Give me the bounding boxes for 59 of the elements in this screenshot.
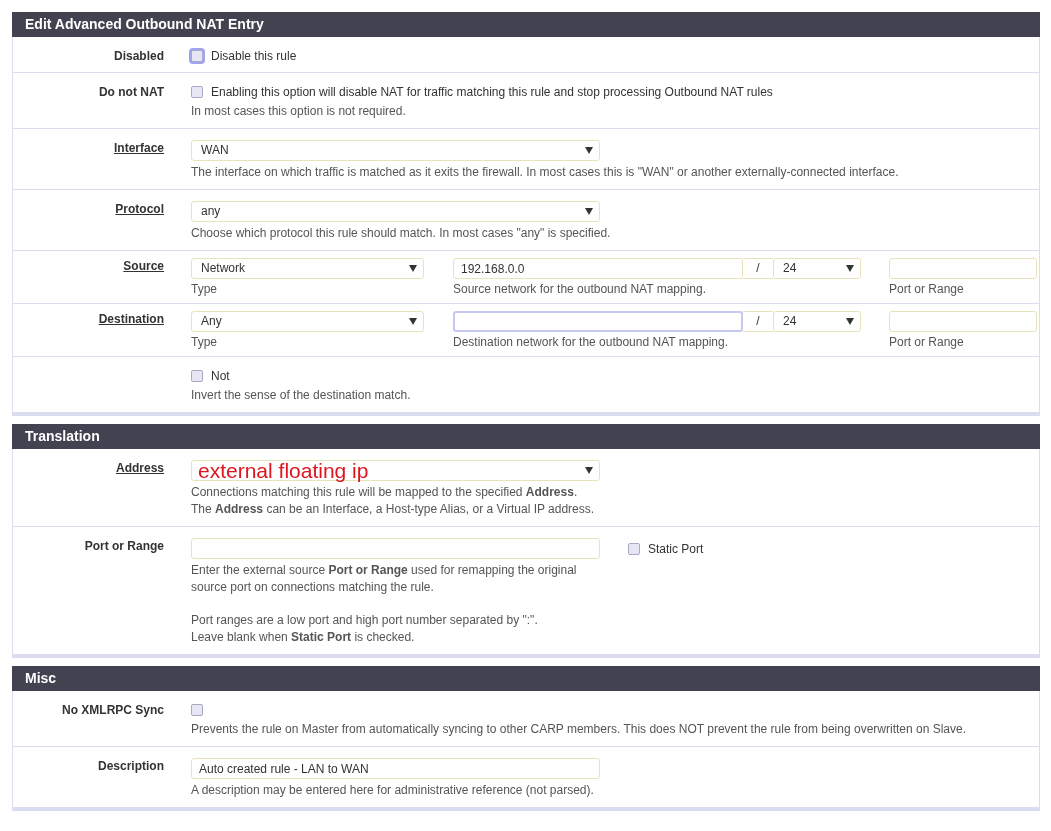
caret-icon bbox=[409, 265, 417, 272]
help-text: Connections matching this rule will be mapped to the specified Address. The Address can be an Interface, a Host-type Alias, or a Virtual IP address. bbox=[191, 484, 595, 518]
field-caption: Port or Range bbox=[889, 334, 965, 351]
help-text: In most cases this option is not required. bbox=[191, 103, 406, 120]
checkbox[interactable] bbox=[191, 370, 203, 382]
checkbox[interactable] bbox=[191, 86, 203, 98]
help-text: Enter the external source Port or Range used for remapping the original source port on connections matching the rule. bbox=[191, 562, 577, 596]
select-field[interactable]: Network bbox=[191, 258, 424, 279]
field-label: Description bbox=[98, 758, 164, 774]
caret-icon bbox=[585, 147, 593, 154]
checkbox-label: Enabling this option will disable NAT for traffic matching this rule and stop processing Outbound NAT rules bbox=[211, 84, 773, 100]
field-caption: Port or Range bbox=[889, 281, 965, 298]
slash-text: / bbox=[756, 314, 760, 328]
text-field[interactable]: Auto created rule - LAN to WAN bbox=[191, 758, 600, 779]
select-field[interactable]: external floating ip bbox=[191, 460, 600, 481]
field-label: No XMLRPC Sync bbox=[62, 702, 164, 718]
checkbox-label: Disable this rule bbox=[211, 48, 297, 64]
field-label-link[interactable]: Protocol bbox=[115, 201, 164, 217]
field-caption: Source network for the outbound NAT mapping. bbox=[453, 281, 708, 298]
section-header: Misc bbox=[12, 666, 1040, 691]
help-text: Prevents the rule on Master from automatically syncing to other CARP members. This does NOT prevent the rule from being overwritten on Slave. bbox=[191, 721, 966, 738]
address-field[interactable]: 192.168.0.0 bbox=[453, 258, 743, 279]
select-field[interactable]: any bbox=[191, 201, 600, 222]
section-header: Edit Advanced Outbound NAT Entry bbox=[12, 12, 1040, 37]
select-field[interactable]: WAN bbox=[191, 140, 600, 161]
checkbox[interactable] bbox=[191, 704, 203, 716]
caret-icon bbox=[585, 467, 593, 474]
field-label: Disabled bbox=[114, 48, 164, 64]
field-label-link[interactable]: Address bbox=[115, 460, 164, 476]
field-label-link[interactable]: Source bbox=[123, 258, 164, 274]
field-caption: Destination network for the outbound NAT mapping. bbox=[453, 334, 730, 351]
field-caption: Type bbox=[191, 281, 218, 298]
address-field[interactable] bbox=[453, 311, 743, 332]
caret-icon bbox=[846, 318, 854, 325]
caret-icon bbox=[585, 208, 593, 215]
help-text: A description may be entered here for administrative reference (not parsed). bbox=[191, 782, 594, 799]
field-caption: Type bbox=[191, 334, 218, 351]
help-text: The interface on which traffic is matched as it exits the firewall. In most cases this is "WAN" or another externally-connected interface. bbox=[191, 164, 899, 181]
port-field[interactable] bbox=[889, 311, 1037, 332]
help-text: Invert the sense of the destination match. bbox=[191, 387, 411, 404]
slash-text: / bbox=[756, 261, 760, 275]
checkbox[interactable] bbox=[628, 542, 640, 555]
field-label-link[interactable]: Interface bbox=[113, 140, 164, 156]
field-label-link[interactable]: Destination bbox=[98, 311, 164, 327]
select-field[interactable]: Any bbox=[191, 311, 424, 332]
caret-icon bbox=[846, 265, 854, 272]
help-text: Choose which protocol this rule should match. In most cases "any" is specified. bbox=[191, 225, 611, 242]
text-field[interactable] bbox=[191, 538, 600, 559]
select-field[interactable]: 24 bbox=[773, 311, 861, 332]
section-header: Translation bbox=[12, 424, 1040, 449]
field-label: Port or Range bbox=[84, 538, 164, 554]
checkbox-label: Not bbox=[211, 368, 230, 384]
caret-icon bbox=[409, 318, 417, 325]
checkbox-label: Static Port bbox=[648, 540, 704, 557]
checkbox[interactable] bbox=[191, 50, 203, 62]
help-text: Port ranges are a low port and high port number separated by ":". Leave blank when Static Port is checked. bbox=[191, 612, 539, 646]
field-label: Do not NAT bbox=[98, 84, 164, 100]
port-field[interactable] bbox=[889, 258, 1037, 279]
select-field[interactable]: 24 bbox=[773, 258, 861, 279]
